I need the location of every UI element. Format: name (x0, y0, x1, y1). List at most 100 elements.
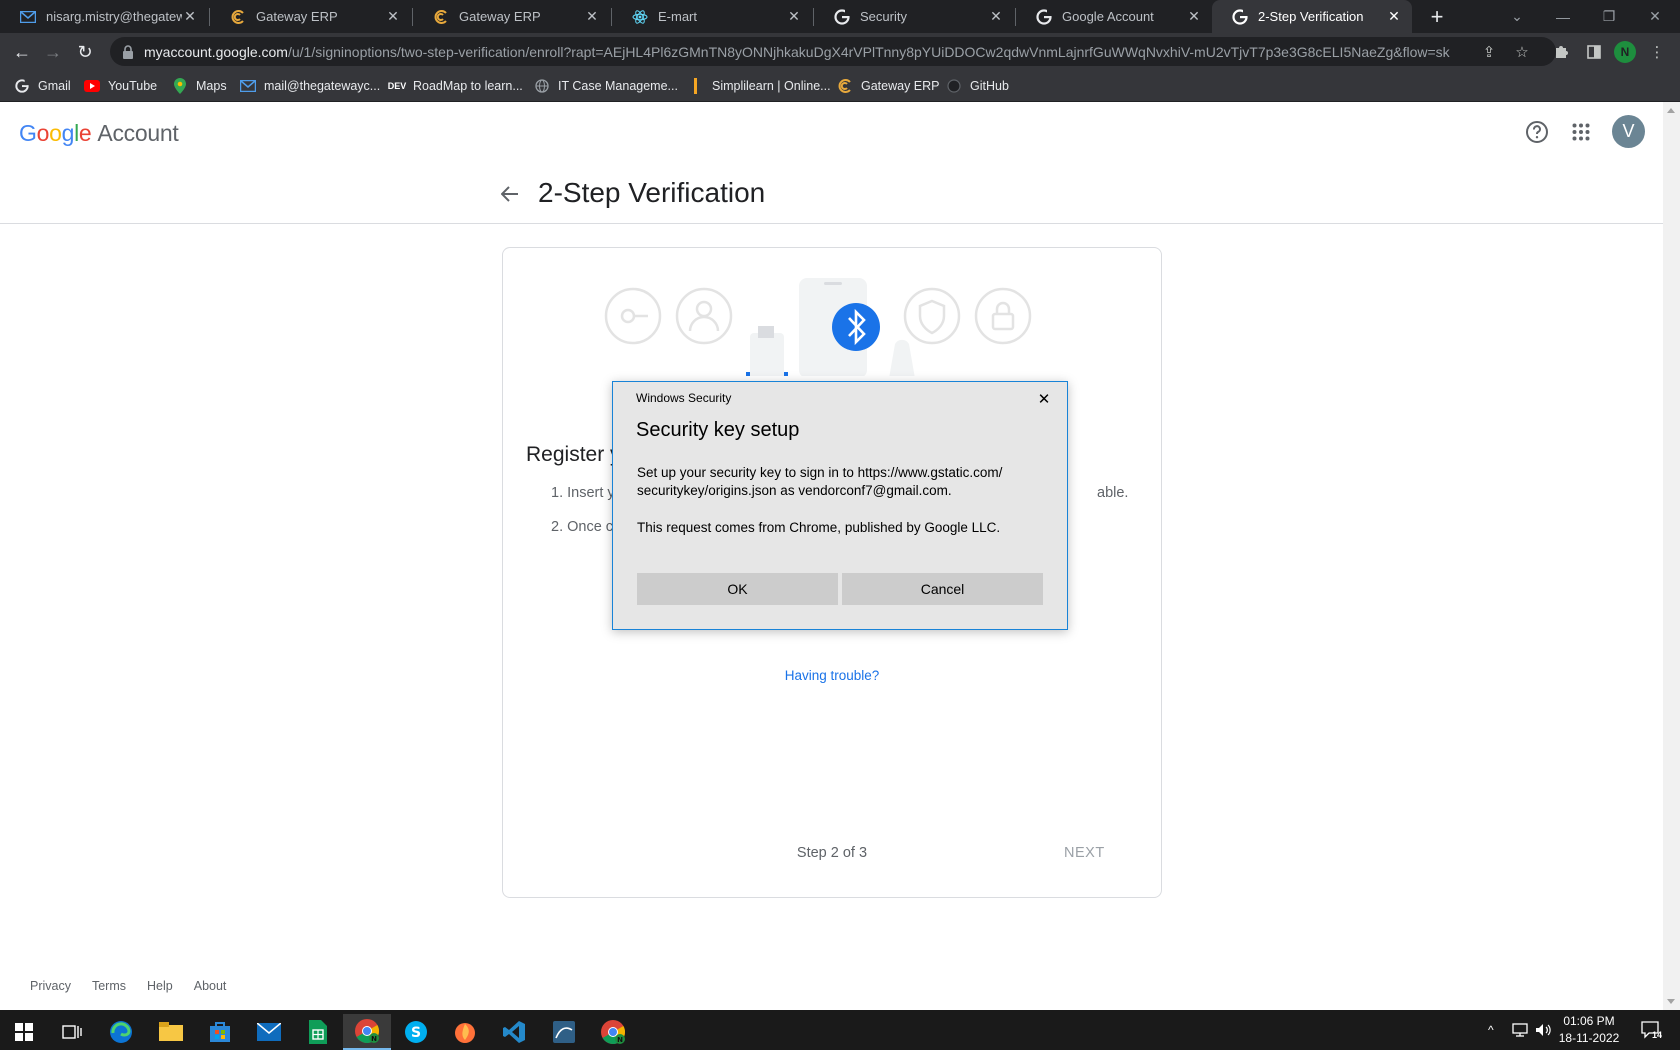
bookmark-mail[interactable]: mail@thegatewayc... (240, 77, 380, 95)
apps-grid-icon[interactable] (1564, 115, 1598, 149)
tab-title: nisarg.mistry@thegatewa (46, 9, 182, 24)
footer-terms-link[interactable]: Terms (92, 979, 126, 993)
bookmark-simplilearn[interactable]: Simplilearn | Online... (688, 77, 831, 95)
minimize-icon[interactable]: — (1540, 0, 1586, 33)
bookmark-label: Gmail (38, 79, 71, 93)
mail-icon (20, 9, 36, 25)
close-icon[interactable]: ✕ (584, 8, 600, 25)
firefox-dev-icon[interactable] (441, 1014, 489, 1050)
tab-search-icon[interactable]: ⌄ (1494, 0, 1540, 33)
next-button[interactable]: NEXT (1064, 845, 1105, 861)
close-icon[interactable]: ✕ (182, 8, 198, 25)
bookmark-github[interactable]: GitHub (946, 77, 1009, 95)
simplilearn-icon (688, 78, 704, 94)
edge-icon[interactable] (97, 1014, 145, 1050)
mail-app-icon[interactable] (245, 1014, 293, 1050)
bookmark-label: Maps (196, 79, 227, 93)
having-trouble-link[interactable]: Having trouble? (503, 668, 1161, 683)
back-icon[interactable]: ← (9, 39, 35, 65)
close-icon[interactable]: ✕ (1386, 8, 1402, 25)
dialog-close-icon[interactable]: ✕ (1033, 389, 1055, 409)
bookmark-maps[interactable]: Maps (172, 77, 227, 95)
tab-gateway-erp-1[interactable]: Gateway ERP ✕ (210, 0, 411, 33)
footer-privacy-link[interactable]: Privacy (30, 979, 71, 993)
tab-title: Google Account (1062, 9, 1154, 24)
account-wordmark: Account (97, 120, 179, 146)
bookmark-gmail[interactable]: Gmail (14, 77, 71, 95)
skype-icon[interactable]: S (392, 1014, 440, 1050)
cancel-button[interactable]: Cancel (842, 573, 1043, 605)
mysql-workbench-icon[interactable] (540, 1014, 588, 1050)
bookmark-youtube[interactable]: YouTube (84, 77, 157, 95)
bookmark-star-icon[interactable]: ☆ (1512, 42, 1532, 62)
google-account-logo[interactable]: Google Account (19, 120, 179, 147)
window-close-icon[interactable]: ✕ (1632, 0, 1678, 33)
footer-about-link[interactable]: About (194, 979, 227, 993)
restore-icon[interactable]: ❐ (1586, 0, 1632, 33)
dialog-message-line-2: securitykey/origins.json as vendorconf7@… (637, 483, 952, 498)
start-icon[interactable] (0, 1014, 48, 1050)
chrome-icon[interactable]: N (343, 1014, 391, 1050)
instruction-step-1: 1. Insert y (551, 485, 615, 501)
google-icon (1232, 8, 1248, 25)
tab-google-account[interactable]: Google Account ✕ (1016, 0, 1212, 33)
notification-count: 14 (1652, 1030, 1663, 1040)
profile-avatar[interactable]: N (1614, 41, 1636, 63)
google-icon (14, 78, 30, 94)
svg-text:S: S (411, 1025, 421, 1041)
dialog-message-line-1: Set up your security key to sign in to h… (637, 465, 1003, 480)
notification-center-icon[interactable]: 14 (1640, 1010, 1662, 1050)
system-clock[interactable]: 01:06 PM 18-11-2022 (1552, 1013, 1626, 1047)
register-title: Register y (526, 443, 621, 466)
ok-button[interactable]: OK (637, 573, 838, 605)
new-tab-button[interactable]: + (1424, 4, 1450, 30)
reload-icon[interactable]: ↻ (72, 39, 98, 65)
network-icon[interactable] (1511, 1010, 1529, 1050)
volume-icon[interactable] (1535, 1010, 1553, 1050)
tab-emart[interactable]: E-mart ✕ (612, 0, 812, 33)
bookmark-it-case[interactable]: IT Case Manageme... (534, 77, 678, 95)
extensions-icon[interactable] (1551, 42, 1571, 62)
help-icon[interactable] (1520, 115, 1554, 149)
page-scrollbar[interactable] (1663, 102, 1680, 1010)
tab-gmail[interactable]: nisarg.mistry@thegatewa ✕ (0, 0, 208, 33)
sheets-icon[interactable] (294, 1014, 342, 1050)
vscode-icon[interactable] (490, 1014, 538, 1050)
account-avatar[interactable]: V (1612, 115, 1645, 148)
bookmark-gateway-erp[interactable]: Gateway ERP (837, 77, 940, 95)
tab-2-step-verification[interactable]: 2-Step Verification ✕ (1212, 0, 1412, 33)
address-bar[interactable]: myaccount.google.com/u/1/signinoptions/t… (110, 37, 1556, 66)
side-panel-icon[interactable] (1584, 42, 1604, 62)
close-icon[interactable]: ✕ (988, 8, 1004, 25)
task-view-icon[interactable] (48, 1014, 96, 1050)
share-icon[interactable]: ⇪ (1479, 42, 1499, 62)
page-title: 2-Step Verification (538, 177, 766, 208)
close-icon[interactable]: ✕ (786, 8, 802, 25)
file-explorer-icon[interactable] (147, 1014, 195, 1050)
close-icon[interactable]: ✕ (385, 8, 401, 25)
tab-gateway-erp-2[interactable]: Gateway ERP ✕ (413, 0, 610, 33)
forward-icon[interactable]: → (40, 39, 66, 65)
dialog-request-origin: This request comes from Chrome, publishe… (637, 520, 1001, 535)
bookmarks-bar: Gmail YouTube Maps mail@thegatewayc... D… (0, 70, 1680, 102)
tab-security[interactable]: Security ✕ (814, 0, 1014, 33)
shield-icon (903, 287, 961, 345)
bookmark-roadmap[interactable]: DEV RoadMap to learn... (388, 77, 523, 95)
back-arrow-icon[interactable] (496, 180, 524, 208)
lock-icon (123, 44, 133, 59)
show-hidden-icons-icon[interactable]: ^ (1488, 1010, 1494, 1050)
clock-time: 01:06 PM (1563, 1014, 1615, 1028)
bookmark-label: Simplilearn | Online... (712, 79, 831, 93)
scroll-down-icon[interactable] (1667, 999, 1675, 1004)
store-icon[interactable] (196, 1014, 244, 1050)
footer-help-link[interactable]: Help (147, 979, 173, 993)
tab-title: E-mart (658, 9, 697, 24)
chrome-profile-icon[interactable]: N (589, 1014, 637, 1050)
gateway-icon (837, 78, 853, 94)
page-subheader: 2-Step Verification (0, 162, 1663, 224)
mail-icon (240, 78, 256, 94)
chrome-menu-icon[interactable]: ⋮ (1647, 42, 1667, 62)
instruction-step-1-tail: able. (1097, 485, 1129, 501)
scroll-up-icon[interactable] (1667, 108, 1675, 113)
close-icon[interactable]: ✕ (1186, 8, 1202, 25)
